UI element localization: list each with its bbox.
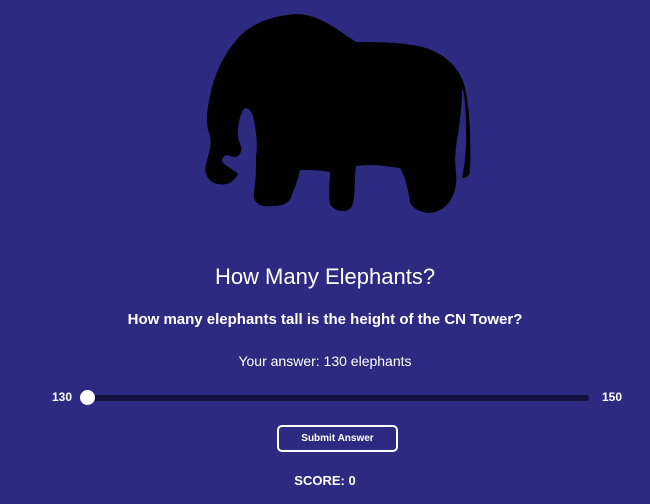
answer-readout: Your answer: 130 elephants	[238, 353, 412, 369]
slider-max-label: 150	[602, 390, 623, 404]
answer-slider: 130 150	[0, 386, 650, 408]
slider-thumb[interactable]	[79, 390, 95, 405]
slider-track[interactable]	[85, 395, 589, 401]
submit-answer-button[interactable]: Submit Answer	[277, 425, 398, 452]
elephant-icon	[200, 10, 472, 218]
slider-min-label: 130	[52, 390, 73, 404]
question-text: How many elephants tall is the height of…	[127, 311, 523, 328]
quiz-title: How Many Elephants?	[214, 264, 436, 289]
score-display: SCORE: 0	[294, 473, 356, 488]
